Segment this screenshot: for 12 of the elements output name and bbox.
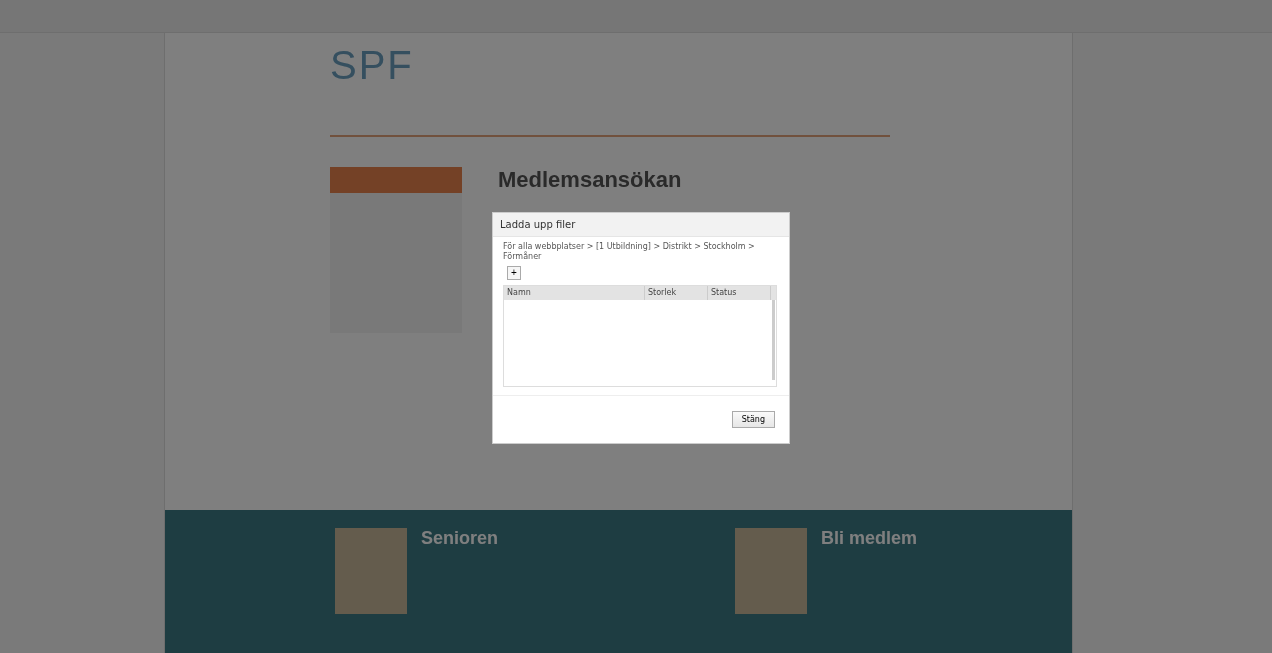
scrollbar[interactable] — [772, 300, 775, 380]
column-header[interactable]: Namn — [504, 286, 645, 300]
close-button[interactable]: Stäng — [731, 411, 775, 428]
add-file-button[interactable]: + — [507, 266, 521, 280]
footer-heading: Senioren — [421, 528, 499, 550]
column-header[interactable]: Storlek — [645, 286, 708, 300]
dialog-title: Ladda upp filer — [493, 213, 789, 237]
site-logo: SPF — [330, 43, 415, 89]
footer-heading: Bli medlem — [821, 528, 918, 550]
column-header[interactable]: Status — [708, 286, 771, 300]
page-heading: Medlemsansökan — [498, 167, 682, 193]
breadcrumb: För alla webbplatser > [1 Utbildning] > Distrikt > Stockholm > Förmåner — [502, 241, 756, 263]
